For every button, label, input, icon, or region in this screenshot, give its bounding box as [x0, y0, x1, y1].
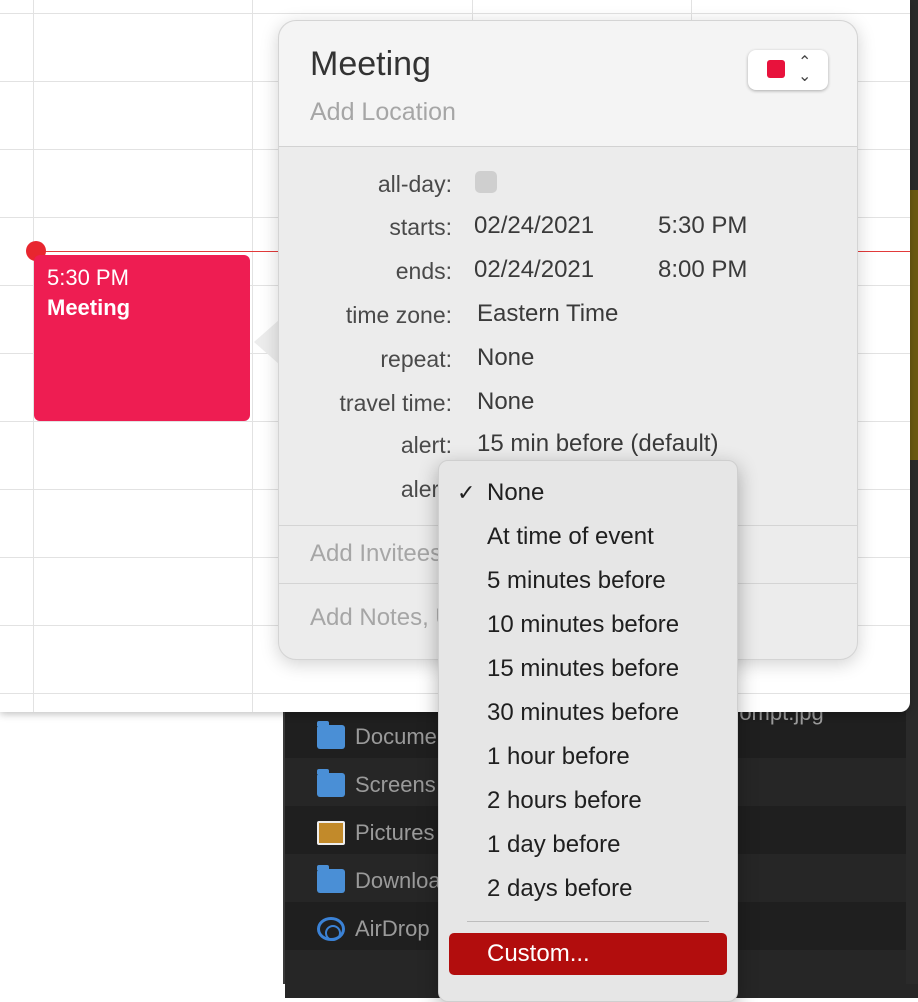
menu-item-5-min[interactable]: 5 minutes before [449, 561, 727, 601]
repeat-select[interactable]: None [477, 344, 534, 372]
event-name: Meeting [47, 295, 131, 320]
sidebar-item-pictures[interactable]: Pictures [317, 818, 434, 848]
location-field[interactable]: Add Location [310, 98, 456, 127]
sidebar-item-label: Pictures [355, 820, 435, 845]
menu-item-1-hour[interactable]: 1 hour before [449, 737, 727, 777]
timezone-select[interactable]: Eastern Time [477, 300, 618, 328]
add-invitees-field[interactable]: Add Invitees [310, 540, 442, 568]
sidebar-item-label: Docume [355, 724, 437, 749]
checkmark-icon: ✓ [457, 480, 476, 505]
allday-label: all-day: [377, 171, 452, 197]
menu-item-30-min[interactable]: 30 minutes before [449, 693, 727, 733]
alert-select[interactable]: 15 min before (default) [477, 430, 718, 458]
alert-dropdown-menu: ✓ None At time of event 5 minutes before… [438, 460, 738, 1002]
calendar-color-swatch [767, 60, 785, 78]
menu-item-at-time[interactable]: At time of event [449, 517, 727, 557]
menu-item-10-min[interactable]: 10 minutes before [449, 605, 727, 645]
starts-time[interactable]: 5:30 PM [658, 212, 747, 240]
ends-time[interactable]: 8:00 PM [658, 256, 747, 284]
sidebar-item-screenshots[interactable]: Screens [317, 769, 436, 800]
repeat-label: repeat: [380, 346, 452, 372]
sidebar-item-label: Downloa [355, 868, 441, 893]
calendar-color-picker[interactable]: ⌃ ⌄ [748, 50, 828, 90]
starts-date[interactable]: 02/24/2021 [474, 212, 594, 240]
pictures-icon [317, 821, 345, 845]
menu-item-1-day[interactable]: 1 day before [449, 825, 727, 865]
sidebar-item-label: AirDrop [355, 916, 430, 941]
sidebar-item-documents[interactable]: Docume [317, 721, 437, 752]
event-time: 5:30 PM [47, 265, 129, 290]
event-title-field[interactable]: Meeting [310, 45, 431, 84]
menu-item-none[interactable]: ✓ None [449, 473, 727, 513]
ends-date[interactable]: 02/24/2021 [474, 256, 594, 284]
airdrop-icon [317, 917, 345, 941]
menu-item-2-days[interactable]: 2 days before [449, 869, 727, 909]
alert-label: alert: [400, 432, 452, 458]
menu-item-custom[interactable]: Custom... [449, 933, 727, 975]
popover-arrow [254, 320, 279, 364]
travel-time-label: travel time: [339, 390, 452, 416]
popover-header: Meeting Add Location ⌃ ⌄ [279, 21, 857, 147]
allday-checkbox[interactable] [475, 171, 497, 193]
sidebar-item-airdrop[interactable]: AirDrop [317, 914, 430, 944]
downloads-icon [317, 865, 345, 893]
sidebar-item-downloads[interactable]: Downloa [317, 865, 441, 896]
folder-documents-icon [317, 721, 345, 749]
menu-divider [467, 921, 709, 922]
menu-item-15-min[interactable]: 15 minutes before [449, 649, 727, 689]
folder-icon [317, 769, 345, 797]
travel-time-select[interactable]: None [477, 388, 534, 416]
timezone-label: time zone: [345, 302, 452, 328]
menu-item-2-hours[interactable]: 2 hours before [449, 781, 727, 821]
sidebar-item-label: Screens [355, 772, 436, 797]
chevron-updown-icon: ⌃ ⌄ [798, 54, 812, 85]
ends-label: ends: [395, 258, 452, 284]
calendar-event[interactable]: 5:30 PM Meeting [34, 255, 250, 421]
starts-label: starts: [389, 214, 452, 240]
